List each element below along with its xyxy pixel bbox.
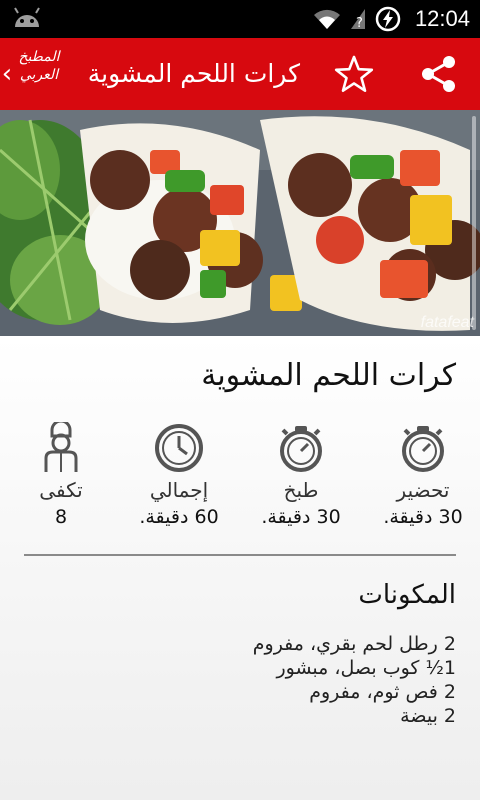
chef-icon <box>44 422 78 472</box>
stat-prep: تحضير 30 دقيقة. <box>368 422 478 528</box>
status-bar: ? 12:04 <box>0 0 480 38</box>
section-divider <box>24 554 456 556</box>
list-item: 2 رطل لحم بقري، مفروم <box>252 633 456 655</box>
list-item: 2 فص ثوم، مفروم <box>309 681 456 703</box>
back-chevron-icon[interactable]: ‹ <box>0 56 14 92</box>
app-bar-title: كرات اللحم المشوية <box>87 59 300 88</box>
recipe-photo: fatafeat <box>0 110 480 336</box>
ingredients-heading: المكونات <box>358 580 456 610</box>
photo-watermark: fatafeat <box>420 314 474 331</box>
stat-cook-value: 30 دقيقة. <box>261 506 341 528</box>
list-item: 1½ كوب بصل، مبشور <box>276 657 456 679</box>
recipe-content: كرات اللحم المشوية تحضير 30 دقيقة. طبخ 3… <box>0 336 480 800</box>
svg-text:?: ? <box>356 16 363 31</box>
stopwatch-icon <box>280 426 322 472</box>
stat-cook: طبخ 30 دقيقة. <box>246 422 356 528</box>
stat-serves-value: 8 <box>54 506 68 528</box>
ingredients-list: 2 رطل لحم بقري، مفروم 1½ كوب بصل، مبشور … <box>36 632 456 728</box>
clock-icon <box>155 424 203 472</box>
stat-total-value: 60 دقيقة. <box>139 506 219 528</box>
list-item: 2 بيضة <box>400 705 456 727</box>
app-logo[interactable]: المطبخ العربي <box>14 48 64 100</box>
android-icon <box>14 7 40 27</box>
stat-serves-label: تكفى <box>39 478 83 502</box>
app-bar: ‹ المطبخ العربي كرات اللحم المشوية <box>0 38 480 110</box>
share-icon[interactable] <box>420 54 458 94</box>
scrollbar[interactable] <box>472 116 476 330</box>
stat-prep-label: تحضير <box>396 478 450 502</box>
clock: 12:04 <box>414 6 470 31</box>
stat-total: إجمالي 60 دقيقة. <box>124 422 234 528</box>
stat-serves: تكفى 8 <box>6 422 116 528</box>
recipe-title: كرات اللحم المشوية <box>201 358 456 393</box>
stat-cook-label: طبخ <box>283 478 319 502</box>
wifi-icon <box>313 9 340 29</box>
stopwatch-icon <box>402 426 444 472</box>
battery-charging-icon <box>375 6 401 32</box>
signal-icon: ? <box>350 9 365 31</box>
stat-total-label: إجمالي <box>149 478 209 502</box>
star-icon[interactable] <box>334 54 374 94</box>
stat-prep-value: 30 دقيقة. <box>383 506 463 528</box>
